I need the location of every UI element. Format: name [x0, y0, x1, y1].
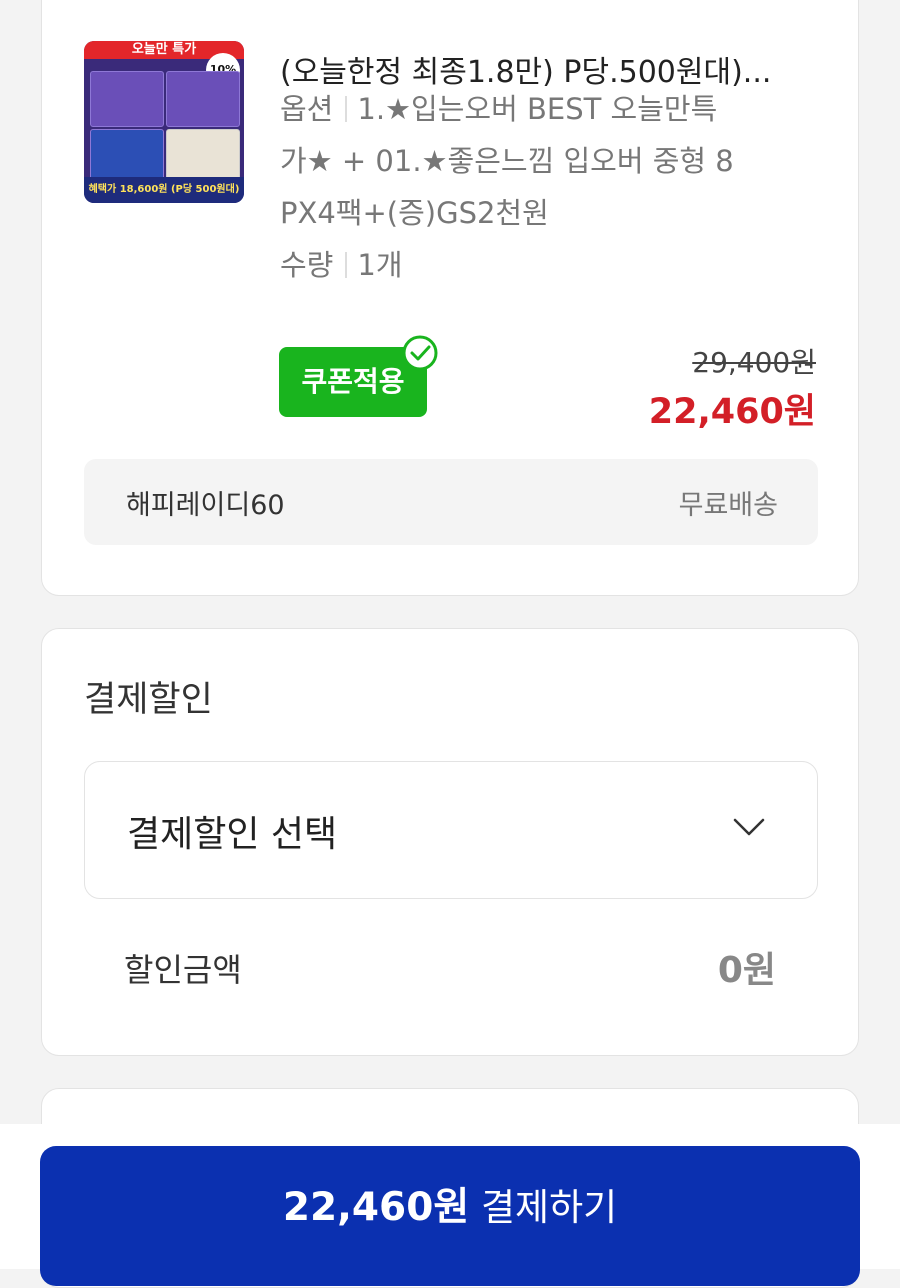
payment-discount-card: 결제할인 결제할인 선택 할인금액 0원 — [41, 628, 859, 1056]
seller-row: 해피레이디60 무료배송 — [84, 459, 818, 545]
shipping-info: 무료배송 — [678, 490, 778, 521]
option-label: 옵션 — [280, 92, 334, 126]
section-title: 결제할인 — [84, 680, 213, 720]
check-circle-icon — [402, 335, 438, 371]
discount-amount-label: 할인금액 — [124, 951, 242, 989]
discount-amount-value: 0원 — [717, 950, 776, 991]
thumbnail-price-strip: 혜택가 18,600원 (P당 500원대) — [84, 177, 244, 203]
product-card: 오늘만 특가 10% 혜택가 18,600원 (P당 500원대) (오늘한정 … — [41, 0, 859, 596]
quantity-value: 1개 — [357, 248, 403, 282]
quantity-line: 수량 1개 — [280, 239, 403, 291]
option-divider — [345, 96, 348, 122]
pay-button[interactable]: 22,460원 결제하기 — [40, 1146, 860, 1286]
thumbnail-pack-image — [166, 71, 240, 127]
chevron-down-icon — [733, 818, 765, 836]
pay-label: 결제하기 — [480, 1186, 618, 1229]
option-line: PX4팩+(증)GS2천원 — [280, 196, 549, 230]
quantity-divider — [345, 252, 348, 278]
pay-amount: 22,460원 — [282, 1185, 470, 1230]
sale-price: 22,460원 — [648, 392, 816, 432]
option-text: 1.★입는오버 BEST 오늘만특 — [357, 92, 718, 126]
bottom-pay-bar: 22,460원 결제하기 — [0, 1124, 900, 1286]
option-line: 옵션 1.★입는오버 BEST 오늘만특 — [280, 83, 717, 135]
thumbnail-pack-image — [90, 71, 164, 127]
seller-name: 해피레이디60 — [126, 490, 285, 521]
payment-discount-select[interactable]: 결제할인 선택 — [84, 761, 818, 899]
select-label: 결제할인 선택 — [127, 814, 338, 855]
quantity-label: 수량 — [280, 248, 334, 282]
product-thumbnail[interactable]: 오늘만 특가 10% 혜택가 18,600원 (P당 500원대) — [84, 41, 244, 203]
original-price: 29,400원 — [692, 346, 816, 379]
option-line: 가★ + 01.★좋은느낌 입오버 중형 8 — [280, 144, 734, 178]
